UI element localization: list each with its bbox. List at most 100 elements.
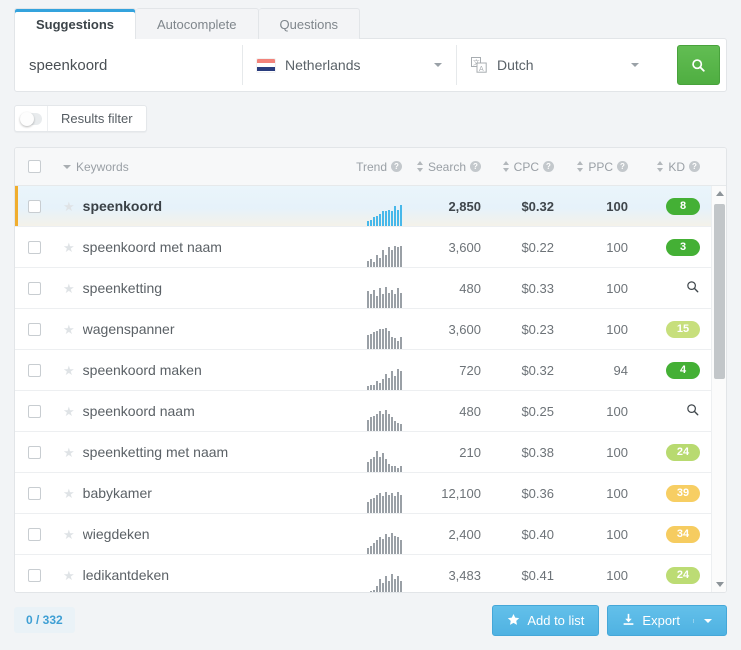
trend-bar — [382, 583, 384, 592]
col-header-search[interactable]: Search ? — [402, 160, 481, 174]
country-select[interactable]: Netherlands — [243, 39, 456, 91]
tab-label: Autocomplete — [157, 16, 237, 32]
star-icon[interactable]: ★ — [63, 446, 75, 459]
row-checkbox-cell — [15, 404, 53, 418]
keyword-text[interactable]: speenkoord maken — [83, 362, 202, 378]
table-row[interactable]: ★ wagenspanner 3,600 $0.23 100 15 — [15, 309, 726, 350]
table-row[interactable]: ★ speenkoord naam 480 $0.25 100 — [15, 391, 726, 432]
download-icon — [622, 613, 635, 629]
toggle-switch-wrap[interactable] — [15, 106, 48, 131]
kd-badge: 8 — [666, 197, 700, 215]
scrollbar-thumb[interactable] — [714, 204, 725, 379]
keyword-text[interactable]: speenkoord naam — [83, 403, 195, 419]
keyword-text[interactable]: babykamer — [83, 485, 152, 501]
export-button[interactable]: Export — [607, 605, 727, 636]
col-header-cpc[interactable]: CPC ? — [481, 160, 554, 174]
trend-bar — [382, 211, 384, 226]
scroll-up-arrow[interactable] — [712, 186, 726, 201]
star-icon[interactable]: ★ — [63, 241, 75, 254]
help-icon[interactable]: ? — [391, 161, 402, 172]
search-button[interactable] — [677, 45, 720, 85]
keyword-cell: ★ speenkoord maken — [53, 362, 326, 378]
kd-cell: 24 — [628, 443, 706, 461]
table-row[interactable]: ★ speenketting met naam 210 $0.38 100 24 — [15, 432, 726, 473]
trend-bar — [400, 466, 402, 472]
col-header-kd-label: KD — [668, 159, 685, 174]
col-header-kd[interactable]: KD ? — [628, 160, 706, 174]
star-icon[interactable]: ★ — [63, 282, 75, 295]
trend-bar — [370, 220, 372, 226]
star-icon[interactable]: ★ — [63, 405, 75, 418]
col-header-ppc[interactable]: PPC ? — [554, 160, 628, 174]
sort-icon[interactable] — [502, 161, 510, 172]
keyword-text[interactable]: speenkoord — [83, 198, 162, 214]
kd-cell: 3 — [628, 238, 706, 256]
keyword-text[interactable]: ledikantdeken — [83, 567, 169, 583]
search-volume-cell-value: 480 — [459, 403, 481, 419]
keyword-text[interactable]: wagenspanner — [83, 321, 175, 337]
keyword-text[interactable]: speenketting met naam — [83, 444, 229, 460]
search-volume-cell: 480 — [402, 281, 481, 296]
trend-bar — [388, 378, 390, 390]
row-checkbox[interactable] — [27, 240, 41, 254]
trend-sparkline — [326, 491, 402, 513]
sort-icon[interactable] — [416, 161, 424, 172]
col-header-keywords[interactable]: Keywords — [53, 160, 326, 174]
help-icon[interactable]: ? — [689, 161, 700, 172]
row-checkbox[interactable] — [27, 527, 41, 541]
table-row[interactable]: ★ babykamer 12,100 $0.36 100 39 — [15, 473, 726, 514]
search-volume-cell: 210 — [402, 445, 481, 460]
keyword-text[interactable]: speenketting — [83, 280, 162, 296]
row-checkbox[interactable] — [27, 281, 41, 295]
row-checkbox[interactable] — [27, 445, 41, 459]
table-row[interactable]: ★ speenkoord maken 720 $0.32 94 4 — [15, 350, 726, 391]
kd-cell: 34 — [628, 525, 706, 543]
search-icon[interactable] — [686, 403, 700, 420]
sort-icon[interactable] — [577, 161, 584, 172]
toggle-switch[interactable] — [20, 111, 42, 126]
ppc-cell: 100 — [554, 322, 628, 337]
search-volume-cell: 12,100 — [402, 486, 481, 501]
row-checkbox[interactable] — [27, 363, 41, 377]
row-checkbox-cell — [15, 363, 53, 377]
table-row[interactable]: ★ speenketting 480 $0.33 100 — [15, 268, 726, 309]
tab-questions[interactable]: Questions — [258, 8, 361, 39]
scroll-down-arrow[interactable] — [712, 577, 726, 592]
vertical-scrollbar[interactable] — [711, 186, 726, 592]
row-checkbox[interactable] — [27, 404, 41, 418]
sort-icon[interactable] — [657, 161, 664, 172]
star-icon[interactable]: ★ — [63, 528, 75, 541]
row-checkbox[interactable] — [27, 568, 41, 582]
star-icon[interactable]: ★ — [63, 364, 75, 377]
help-icon[interactable]: ? — [617, 161, 628, 172]
star-icon[interactable]: ★ — [63, 323, 75, 336]
search-icon[interactable] — [686, 280, 700, 297]
trend-bar — [385, 492, 387, 513]
keyword-input[interactable] — [15, 39, 242, 91]
table-row[interactable]: ★ speenkoord met naam 3,600 $0.22 100 3 — [15, 227, 726, 268]
cpc-cell: $0.41 — [481, 568, 554, 583]
tab-autocomplete[interactable]: Autocomplete — [136, 8, 259, 39]
help-icon[interactable]: ? — [543, 161, 554, 172]
add-to-list-button[interactable]: Add to list — [492, 605, 600, 636]
results-filter-toggle[interactable]: Results filter — [14, 105, 147, 132]
keyword-text[interactable]: wiegdeken — [83, 526, 150, 542]
help-icon[interactable]: ? — [470, 161, 481, 172]
star-icon[interactable]: ★ — [63, 487, 75, 500]
tab-suggestions[interactable]: Suggestions — [14, 8, 137, 39]
row-checkbox[interactable] — [27, 199, 41, 213]
export-dropdown-toggle[interactable] — [693, 618, 712, 623]
table-row[interactable]: ★ wiegdeken 2,400 $0.40 100 34 — [15, 514, 726, 555]
table-row[interactable]: ★ ledikantdeken 3,483 $0.41 100 24 — [15, 555, 726, 592]
language-select[interactable]: 文 A Dutch — [457, 39, 653, 91]
row-checkbox[interactable] — [27, 322, 41, 336]
row-checkbox[interactable] — [27, 486, 41, 500]
table-row[interactable]: ★ speenkoord 2,850 $0.32 100 8 — [15, 186, 726, 227]
star-icon[interactable]: ★ — [63, 200, 75, 213]
keyword-text[interactable]: speenkoord met naam — [83, 239, 222, 255]
triangle-up-icon — [715, 191, 724, 196]
star-icon[interactable]: ★ — [63, 569, 75, 582]
trend-bar — [397, 423, 399, 431]
trend-bar — [376, 331, 378, 349]
select-all-checkbox[interactable] — [27, 160, 41, 173]
